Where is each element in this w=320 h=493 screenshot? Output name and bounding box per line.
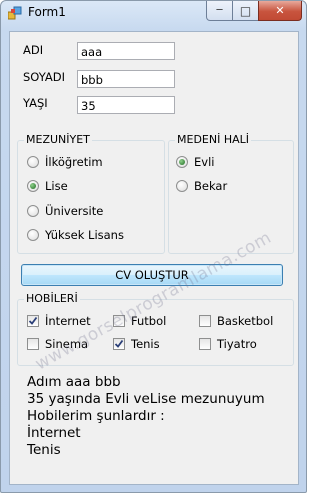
check-futbol[interactable]	[113, 315, 125, 327]
radio-bekar-label[interactable]: Bekar	[194, 179, 227, 193]
radio-bekar[interactable]	[176, 180, 188, 192]
check-tenis[interactable]	[113, 338, 125, 350]
check-sinema-label[interactable]: Sinema	[45, 337, 88, 351]
cv-olustur-label: CV OLUŞTUR	[115, 268, 189, 282]
checkmark-icon	[114, 339, 124, 348]
output-line: Adım aaa bbb	[27, 374, 121, 390]
check-sinema[interactable]	[27, 338, 39, 350]
radio-evli-label[interactable]: Evli	[194, 155, 214, 169]
output-line: 35 yaşında Evli veLise mezunuyum	[27, 391, 265, 407]
radio-yuksek-lisans-label[interactable]: Yüksek Lisans	[45, 228, 124, 242]
yasi-input[interactable]: 35	[77, 96, 175, 114]
cv-output-label: Adım aaa bbb 35 yaşında Evli veLise mezu…	[27, 374, 265, 459]
medeni-hali-group: MEDENİ HALİ	[168, 133, 294, 254]
adi-label: ADI	[23, 43, 44, 57]
check-futbol-label[interactable]: Futbol	[131, 314, 166, 328]
close-button[interactable]: ✕	[258, 1, 302, 21]
radio-ilkogretim[interactable]	[27, 156, 39, 168]
mezuniyet-title: MEZUNİYET	[24, 133, 92, 146]
output-line: Tenis	[27, 442, 61, 458]
title-bar[interactable]: Form1 ─ □ ✕	[1, 1, 306, 25]
hobiler-group: HOBİLERİ	[17, 292, 294, 366]
check-internet-label[interactable]: İnternet	[45, 314, 91, 328]
maximize-button[interactable]: □	[232, 1, 259, 21]
check-tenis-label[interactable]: Tenis	[131, 337, 160, 351]
check-tiyatro[interactable]	[199, 338, 211, 350]
check-basketbol-label[interactable]: Basketbol	[217, 314, 273, 328]
medeni-hali-title: MEDENİ HALİ	[175, 133, 251, 146]
radio-universite-label[interactable]: Üniversite	[45, 204, 103, 218]
minimize-icon: ─	[216, 5, 223, 16]
check-tiyatro-label[interactable]: Tiyatro	[217, 337, 257, 351]
radio-universite[interactable]	[27, 205, 39, 217]
output-line: İnternet	[27, 425, 81, 441]
checkmark-icon	[28, 316, 38, 325]
soyadi-label: SOYADI	[23, 70, 65, 84]
cv-olustur-button[interactable]: CV OLUŞTUR	[21, 264, 283, 286]
adi-input[interactable]: aaa	[77, 42, 175, 60]
radio-ilkogretim-label[interactable]: İlköğretim	[45, 155, 103, 169]
window-title: Form1	[28, 5, 66, 19]
close-icon: ✕	[275, 4, 285, 17]
radio-evli[interactable]	[176, 156, 188, 168]
soyadi-input[interactable]: bbb	[77, 70, 175, 88]
yasi-label: YAŞI	[23, 96, 48, 110]
app-window: Form1 ─ □ ✕ ADI aaa SOYADI bbb YAŞI 35 M…	[0, 0, 307, 493]
app-icon	[8, 6, 22, 20]
check-basketbol[interactable]	[199, 315, 211, 327]
maximize-icon: □	[239, 3, 252, 18]
radio-yuksek-lisans[interactable]	[27, 229, 39, 241]
output-line: Hobilerim şunlardır :	[27, 408, 165, 424]
form-client-area: ADI aaa SOYADI bbb YAŞI 35 MEZUNİYET İlk…	[9, 31, 299, 485]
radio-lise[interactable]	[27, 180, 39, 192]
radio-lise-label[interactable]: Lise	[45, 179, 68, 193]
check-internet[interactable]	[27, 315, 39, 327]
hobiler-title: HOBİLERİ	[24, 292, 80, 305]
minimize-button[interactable]: ─	[206, 1, 233, 21]
